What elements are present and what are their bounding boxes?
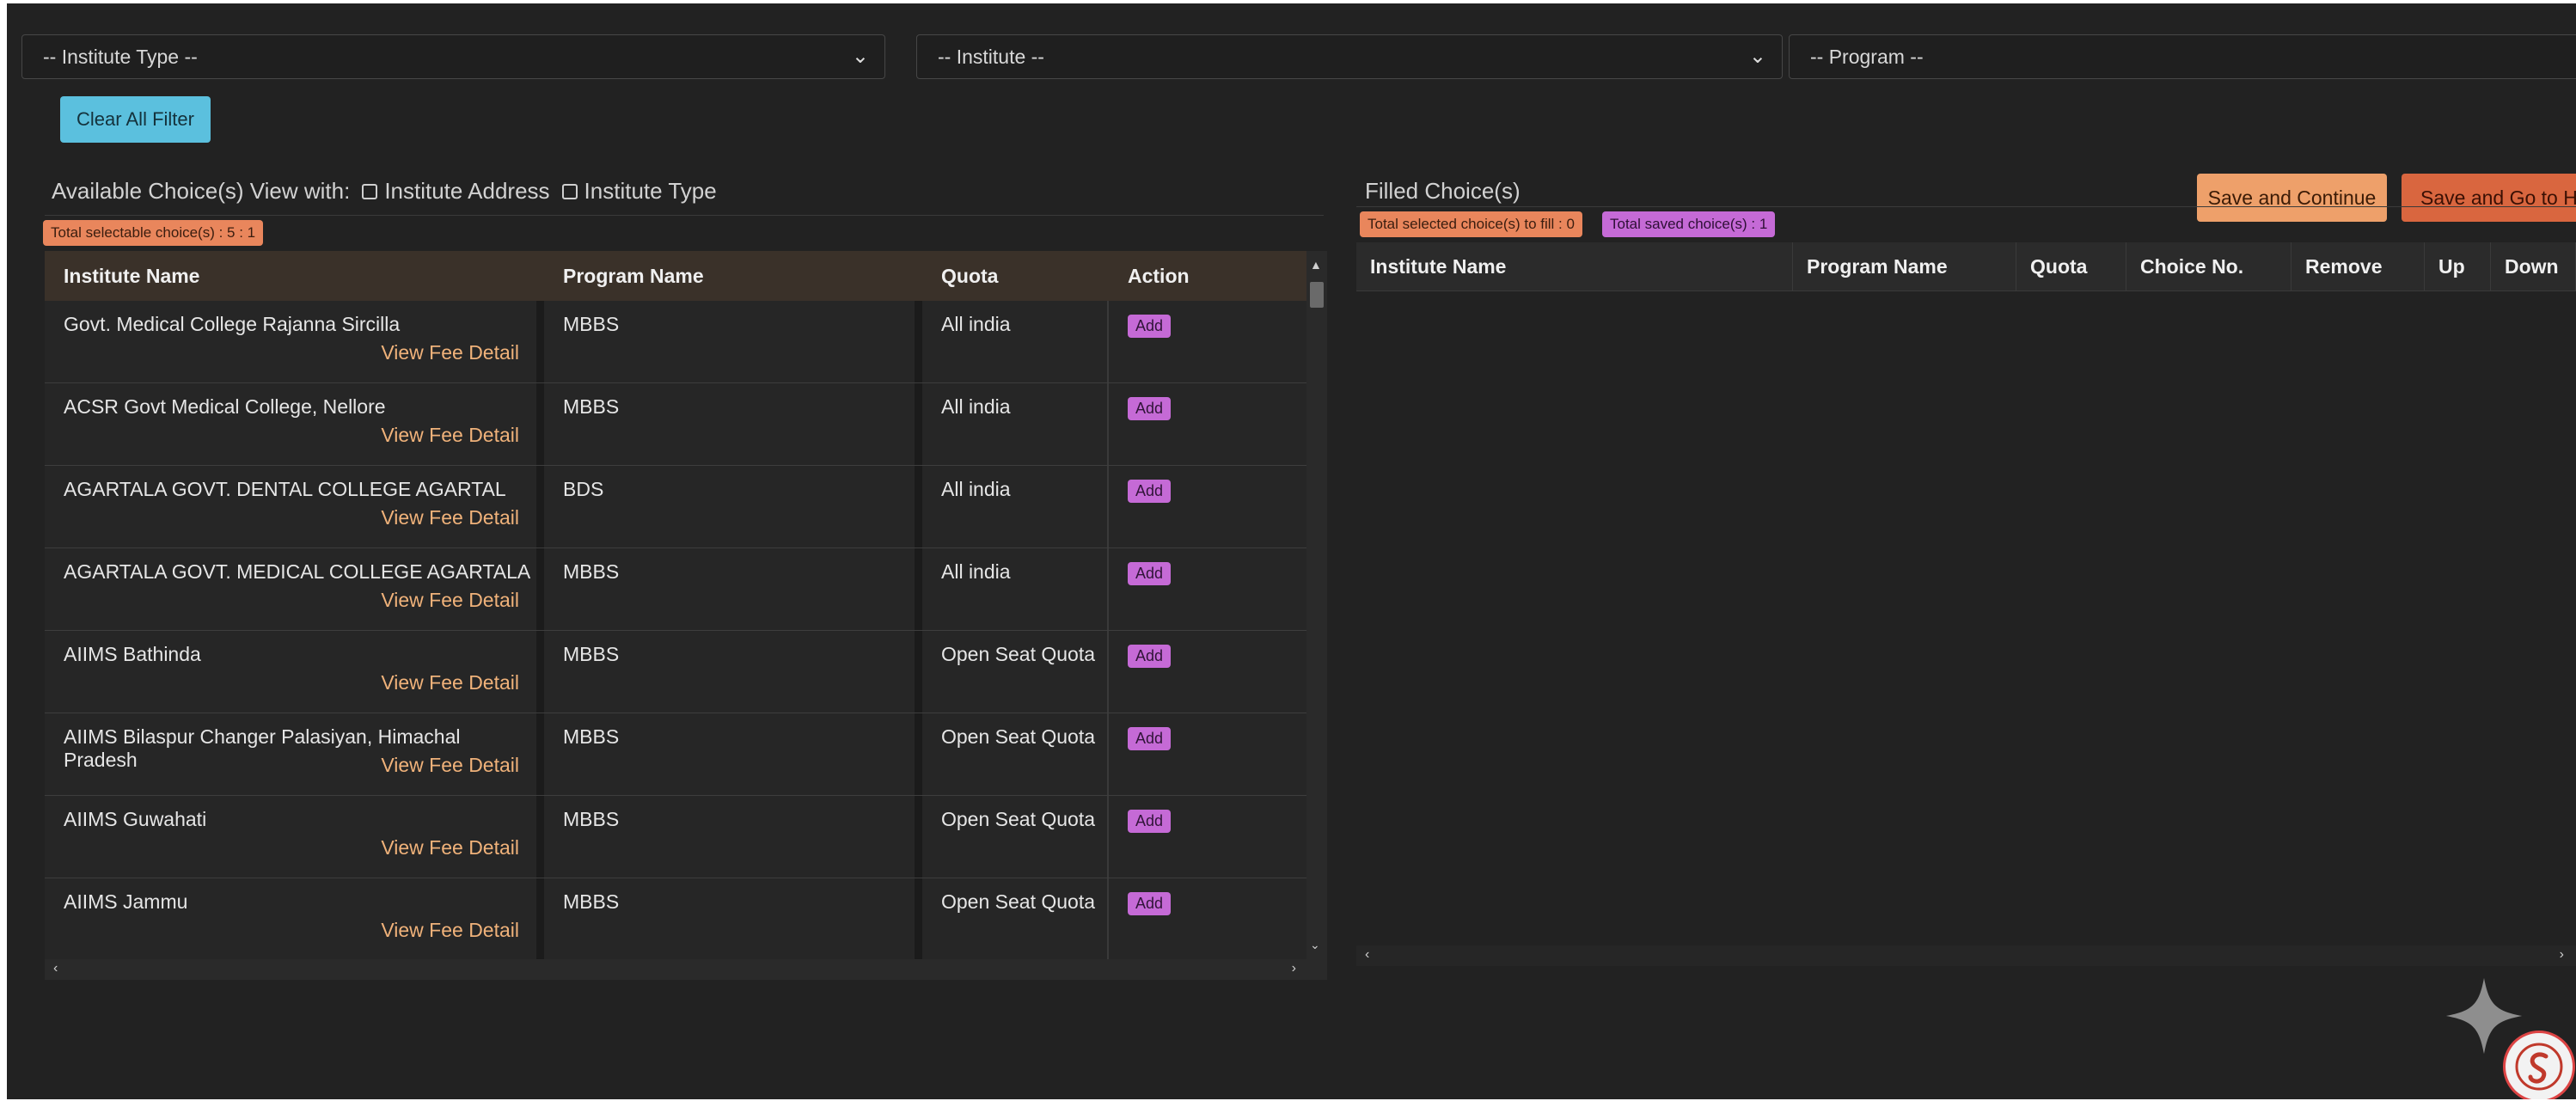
vertical-scrollbar[interactable]: ▲ ⌄ [1306, 251, 1327, 959]
institute-type-value: -- Institute Type -- [43, 46, 198, 68]
quota: Open Seat Quota [941, 890, 1096, 913]
table-row: AGARTALA GOVT. DENTAL COLLEGE AGARTAL Vie… [45, 466, 1306, 548]
scroll-left-icon[interactable]: ‹ [53, 961, 58, 976]
chevron-down-icon: ⌄ [1748, 45, 1766, 68]
view-fee-detail-link[interactable]: View Fee Detail [381, 589, 519, 612]
total-selectable-badge: Total selectable choice(s) : 5 : 1 [43, 220, 264, 246]
col-choice-no: Choice No. [2126, 242, 2291, 291]
divider [1356, 206, 2576, 207]
program-name: BDS [563, 478, 604, 500]
col-program-name[interactable]: Program Name [544, 251, 922, 301]
program-name: MBBS [563, 395, 620, 418]
institute-name: AIIMS Jammu [64, 890, 188, 913]
view-fee-detail-link[interactable]: View Fee Detail [381, 919, 519, 942]
view-fee-detail-link[interactable]: View Fee Detail [381, 754, 519, 777]
institute-value: -- Institute -- [938, 46, 1044, 68]
institute-name: Govt. Medical College Rajanna Sircilla [64, 313, 401, 335]
scroll-up-icon[interactable]: ▲ [1310, 258, 1322, 272]
view-fee-detail-link[interactable]: View Fee Detail [381, 671, 519, 694]
col-program-name: Program Name [1793, 242, 2016, 291]
add-button[interactable]: Add [1128, 315, 1172, 338]
institute-name: AIIMS Bathinda [64, 643, 201, 665]
table-row: Govt. Medical College Rajanna Sircilla Vi… [45, 301, 1306, 383]
program-name: MBBS [563, 890, 620, 913]
view-fee-detail-link[interactable]: View Fee Detail [381, 341, 519, 364]
scroll-down-icon[interactable]: ⌄ [1310, 938, 1320, 952]
add-button[interactable]: Add [1128, 727, 1172, 750]
view-fee-detail-link[interactable]: View Fee Detail [381, 424, 519, 447]
filled-choices-title: Filled Choice(s) [1365, 178, 1521, 204]
app-screen: -- Institute Type -- ⌄ -- Institute -- ⌄… [7, 3, 2576, 1099]
quota: All india [941, 395, 1011, 418]
to-fill-badge: Total selected choice(s) to fill : 0 [1360, 211, 1582, 237]
add-button[interactable]: Add [1128, 892, 1172, 915]
col-remove: Remove [2291, 242, 2425, 291]
add-button[interactable]: Add [1128, 480, 1172, 503]
institute-type-label: Institute Type [584, 178, 717, 204]
table-header: Institute Name Program Name Quota Choice… [1356, 242, 2576, 291]
scrollbar-thumb[interactable] [1310, 282, 1324, 308]
program-name: MBBS [563, 643, 620, 665]
institute-address-checkbox[interactable] [362, 183, 378, 199]
table-row: AGARTALA GOVT. MEDICAL COLLEGE AGARTALA V… [45, 548, 1306, 631]
quota: Open Seat Quota [941, 643, 1096, 665]
saved-badge: Total saved choice(s) : 1 [1602, 211, 1776, 237]
clear-all-filter-button[interactable]: Clear All Filter [60, 96, 211, 143]
institute-name: AGARTALA GOVT. MEDICAL COLLEGE AGARTALA [64, 560, 531, 583]
table-row: ACSR Govt Medical College, Nellore View F… [45, 383, 1306, 466]
filled-choices-table: Institute Name Program Name Quota Choice… [1356, 242, 2576, 947]
institute-select[interactable]: -- Institute -- ⌄ [916, 34, 1783, 79]
view-with-label: Available Choice(s) View with: [52, 178, 351, 204]
col-institute-name: Institute Name [1356, 242, 1793, 291]
table-header: Institute Name Program Name Quota Action [45, 251, 1306, 301]
quota: All india [941, 560, 1011, 583]
program-name: MBBS [563, 313, 620, 335]
quota: All india [941, 478, 1011, 500]
divider [45, 215, 1324, 216]
add-button[interactable]: Add [1128, 810, 1172, 833]
table-row: AIIMS Bilaspur Changer Palasiyan, Himach… [45, 713, 1306, 796]
add-button[interactable]: Add [1128, 562, 1172, 585]
institute-address-label: Institute Address [384, 178, 550, 204]
brand-logo [2503, 1031, 2575, 1099]
available-choices-table: Institute Name Program Name Quota Action… [45, 251, 1327, 959]
scroll-left-icon[interactable]: ‹ [1365, 947, 1369, 963]
col-down: Down [2491, 242, 2576, 291]
chevron-down-icon: ⌄ [851, 45, 869, 68]
scroll-right-icon[interactable]: › [2560, 947, 2564, 963]
col-quota[interactable]: Quota [922, 251, 1109, 301]
col-institute-name[interactable]: Institute Name [45, 251, 544, 301]
program-select[interactable]: -- Program -- [1789, 34, 2576, 79]
horizontal-scrollbar[interactable]: ‹ › [1356, 945, 2576, 966]
view-options: Available Choice(s) View with: Institute… [52, 178, 717, 205]
program-name: MBBS [563, 560, 620, 583]
save-and-go-home-button[interactable]: Save and Go to Ho [2402, 174, 2576, 222]
col-action: Action [1128, 265, 1190, 287]
institute-name: AIIMS Guwahati [64, 808, 207, 830]
table-row: AIIMS Jammu View Fee Detail MBBS Open Sea… [45, 878, 1306, 959]
quota: Open Seat Quota [941, 725, 1096, 748]
program-name: MBBS [563, 808, 620, 830]
scroll-right-icon[interactable]: › [1292, 961, 1296, 976]
col-up: Up [2425, 242, 2491, 291]
institute-type-checkbox[interactable] [561, 183, 578, 199]
program-value: -- Program -- [1810, 46, 1924, 68]
institute-name: ACSR Govt Medical College, Nellore [64, 395, 386, 418]
table-body: Govt. Medical College Rajanna Sircilla Vi… [45, 301, 1306, 959]
table-row: AIIMS Guwahati View Fee Detail MBBS Open … [45, 796, 1306, 878]
col-quota: Quota [2016, 242, 2126, 291]
save-and-continue-button[interactable]: Save and Continue [2197, 174, 2387, 222]
quota: Open Seat Quota [941, 808, 1096, 830]
institute-type-select[interactable]: -- Institute Type -- ⌄ [21, 34, 885, 79]
view-fee-detail-link[interactable]: View Fee Detail [381, 506, 519, 529]
quota: All india [941, 313, 1011, 335]
add-button[interactable]: Add [1128, 397, 1172, 420]
institute-name: AGARTALA GOVT. DENTAL COLLEGE AGARTAL [64, 478, 506, 500]
add-button[interactable]: Add [1128, 645, 1172, 668]
view-fee-detail-link[interactable]: View Fee Detail [381, 836, 519, 859]
logo-icon [2515, 1043, 2563, 1091]
table-row: AIIMS Bathinda View Fee Detail MBBS Open … [45, 631, 1306, 713]
horizontal-scrollbar[interactable]: ‹ › [45, 959, 1327, 980]
program-name: MBBS [563, 725, 620, 748]
